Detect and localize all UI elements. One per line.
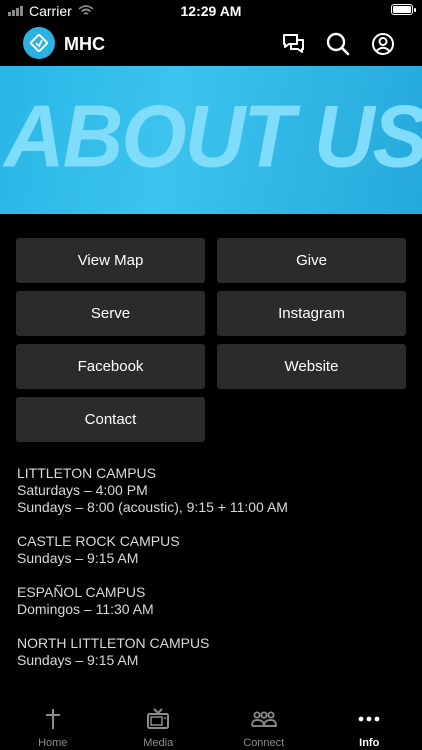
tab-connect[interactable]: Connect [211, 700, 317, 750]
campus-littleton: LITTLETON CAMPUS Saturdays – 4:00 PM Sun… [17, 465, 407, 516]
service-time: Sundays – 9:15 AM [17, 550, 139, 566]
campus-name: LITTLETON CAMPUS [17, 465, 156, 481]
service-time: Saturdays – 4:00 PM [17, 482, 148, 498]
website-button[interactable]: Website [217, 344, 406, 389]
tab-label: Connect [243, 737, 285, 749]
campus-espanol: ESPAÑOL CAMPUS Domingos – 11:30 AM [17, 584, 407, 618]
serve-button[interactable]: Serve [16, 291, 205, 336]
tab-media[interactable]: Media [106, 700, 212, 750]
cross-icon [45, 709, 60, 729]
profile-icon[interactable] [370, 31, 396, 57]
instagram-button[interactable]: Instagram [217, 291, 406, 336]
service-time: Sundays – 9:15 AM [17, 652, 139, 668]
app-header: MHC [0, 22, 422, 66]
app-logo [23, 27, 55, 59]
status-bar: Carrier 12:29 AM [0, 0, 422, 22]
service-time: Sundays – 8:00 (acoustic), 9:15 + 11:00 … [17, 499, 288, 515]
give-button[interactable]: Give [217, 238, 406, 283]
app-title: MHC [64, 34, 105, 54]
banner-title: ABOUT US [4, 86, 422, 186]
tab-label: Info [359, 737, 380, 749]
search-icon[interactable] [325, 31, 351, 57]
battery-icon [391, 4, 416, 15]
campus-name: CASTLE ROCK CAMPUS [17, 533, 180, 549]
status-time: 12:29 AM [180, 3, 242, 19]
service-time: Domingos – 11:30 AM [17, 601, 154, 617]
chat-icon[interactable] [281, 31, 307, 57]
campus-name: ESPAÑOL CAMPUS [17, 584, 146, 600]
tab-home[interactable]: Home [0, 700, 106, 750]
campus-list: LITTLETON CAMPUS Saturdays – 4:00 PM Sun… [17, 465, 407, 686]
about-banner: ABOUT US [0, 66, 422, 214]
tab-info[interactable]: Info [317, 700, 422, 750]
more-icon [358, 716, 380, 722]
contact-button[interactable]: Contact [16, 397, 205, 442]
group-icon [250, 711, 277, 727]
logo-icon [30, 34, 48, 52]
campus-name: NORTH LITTLETON CAMPUS [17, 635, 210, 651]
tab-label: Media [143, 737, 174, 749]
view-map-button[interactable]: View Map [16, 238, 205, 283]
tab-label: Home [38, 737, 68, 749]
tv-icon [147, 708, 170, 729]
campus-north-littleton: NORTH LITTLETON CAMPUS Sundays – 9:15 AM [17, 635, 407, 669]
campus-castle-rock: CASTLE ROCK CAMPUS Sundays – 9:15 AM [17, 533, 407, 567]
facebook-button[interactable]: Facebook [16, 344, 205, 389]
tab-bar: Home Media Connect Info [0, 700, 422, 750]
